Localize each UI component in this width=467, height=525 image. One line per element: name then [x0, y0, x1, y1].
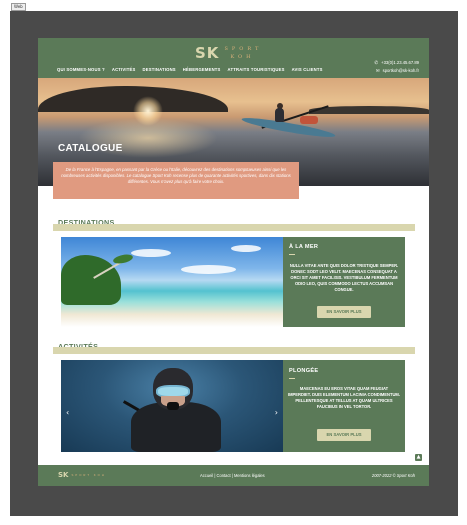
diving-card-underline: [289, 378, 295, 379]
diver-image[interactable]: ‹ ›: [61, 360, 283, 452]
paddler: [275, 108, 284, 122]
footer-logo[interactable]: SK SPORT KOH: [58, 471, 106, 479]
mail-icon: ✉: [375, 68, 380, 73]
sea-more-button[interactable]: EN SAVOIR PLUS: [317, 306, 371, 318]
destinations-bar: [53, 224, 415, 231]
contact-email[interactable]: sportkoh@sk-koh.fr: [383, 68, 419, 73]
scroll-top-button[interactable]: ▲: [415, 454, 422, 461]
diving-card-text: MAECENAS EU EROS VITAE QUAM FEUGIAT IMPE…: [288, 386, 400, 409]
carousel-next-icon[interactable]: ›: [275, 408, 278, 417]
footer-links[interactable]: Accueil | Contact | Mentions légales: [200, 473, 265, 478]
sea-card: À LA MER NULLA VITAE ANTE QUIS DOLOR TRI…: [283, 237, 405, 327]
site-header: SK SPORT KOH ✆ +33(0)1.23.45.67.89 ✉ sport…: [38, 38, 429, 78]
hero-hill-far: [309, 106, 429, 114]
web-tag: Web: [11, 3, 26, 11]
logo-line-1: SPORT: [224, 46, 263, 52]
phone-icon: ✆: [374, 60, 379, 65]
diving-card: PLONGÉE MAECENAS EU EROS VITAE QUAM FEUG…: [283, 360, 405, 452]
nav-item-reviews[interactable]: AVIS CLIENTS: [292, 67, 323, 72]
contact-phone[interactable]: +33(0)1.23.45.67.89: [381, 60, 419, 65]
nav-item-about[interactable]: QUI SOMMES-NOUS ?: [57, 67, 105, 72]
diving-card-title: PLONGÉE: [289, 368, 319, 374]
diver-regulator: [167, 402, 179, 410]
site-logo[interactable]: SK SPORT KOH: [195, 44, 262, 62]
cloud: [181, 265, 236, 274]
nav-item-lodging[interactable]: HÉBERGEMENTS: [183, 67, 221, 72]
main-nav: QUI SOMMES-NOUS ? ACTIVITÉS DESTINATIONS…: [57, 67, 330, 72]
page: SK SPORT KOH ✆ +33(0)1.23.45.67.89 ✉ sport…: [38, 38, 429, 486]
site-footer: SK SPORT KOH Accueil | Contact | Mention…: [38, 465, 429, 486]
logo-text: SPORT KOH: [224, 45, 262, 61]
carousel-prev-icon[interactable]: ‹: [66, 408, 69, 417]
footer-logo-sk: SK: [58, 471, 69, 479]
logo-sk: SK: [195, 44, 220, 62]
sea-card-text: NULLA VITAE ANTE QUIS DOLOR TRISTIQUE SE…: [289, 263, 399, 292]
kayak-bag: [300, 116, 318, 124]
sea-card-title: À LA MER: [289, 244, 319, 250]
nav-item-destinations[interactable]: DESTINATIONS: [143, 67, 176, 72]
cloud: [231, 245, 261, 252]
sea-card-underline: [289, 254, 295, 255]
beach-image[interactable]: [61, 237, 283, 327]
activities-bar: [53, 347, 415, 354]
nav-item-activities[interactable]: ACTIVITÉS: [112, 67, 136, 72]
page-title: CATALOGUE: [58, 143, 123, 154]
footer-copyright: 2007-2022 © Sport Koh: [371, 473, 415, 478]
logo-line-2: KOH: [230, 54, 255, 60]
cloud: [131, 249, 171, 257]
nav-item-attractions[interactable]: ATTRAITS TOURISTIQUES: [228, 67, 285, 72]
contact-block: ✆ +33(0)1.23.45.67.89 ✉ sportkoh@sk-koh.fr: [374, 59, 419, 75]
intro-box: De la France à l'Espagne, en passant par…: [53, 162, 299, 199]
footer-logo-text: SPORT KOH: [71, 473, 106, 477]
diving-more-button[interactable]: EN SAVOIR PLUS: [317, 429, 371, 441]
